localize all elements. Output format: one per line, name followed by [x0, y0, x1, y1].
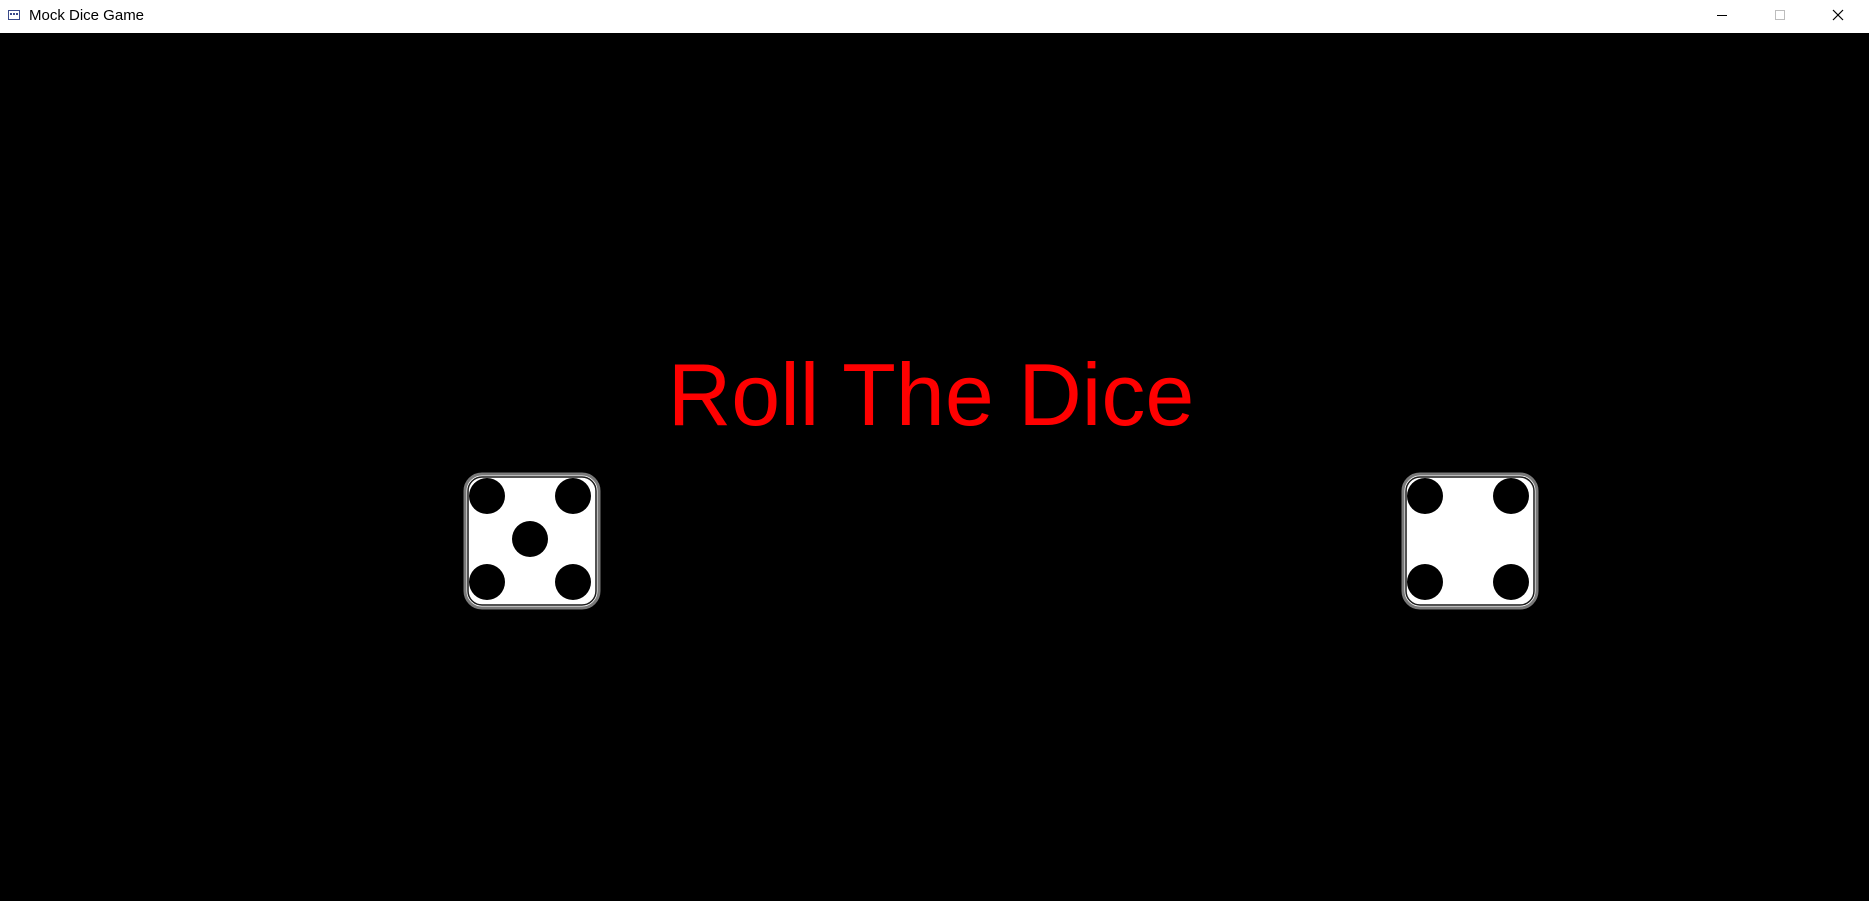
title-bar[interactable]: Mock Dice Game: [0, 0, 1872, 33]
die-pip: [555, 564, 591, 600]
minimize-icon: [1717, 14, 1727, 16]
die-pip: [469, 564, 505, 600]
game-canvas[interactable]: [0, 33, 1871, 901]
die-pip: [512, 521, 548, 557]
close-icon: [1832, 9, 1844, 20]
die-right[interactable]: [1401, 472, 1539, 610]
maximize-button[interactable]: [1752, 0, 1808, 29]
die-pip: [1493, 564, 1529, 600]
maximize-icon: [1775, 9, 1785, 20]
roll-the-dice-heading: Roll The Dice: [667, 345, 1195, 444]
die-pip: [469, 478, 505, 514]
window-title: Mock Dice Game: [29, 7, 145, 24]
game-window: Mock Dice Game Roll The Dice: [0, 0, 1872, 901]
die-pip: [1407, 564, 1443, 600]
app-icon: [8, 10, 20, 20]
die-left[interactable]: [463, 472, 601, 610]
close-button[interactable]: [1810, 0, 1866, 29]
minimize-button[interactable]: [1694, 0, 1750, 29]
die-pip: [1493, 478, 1529, 514]
die-pip: [555, 478, 591, 514]
die-pip: [1407, 478, 1443, 514]
